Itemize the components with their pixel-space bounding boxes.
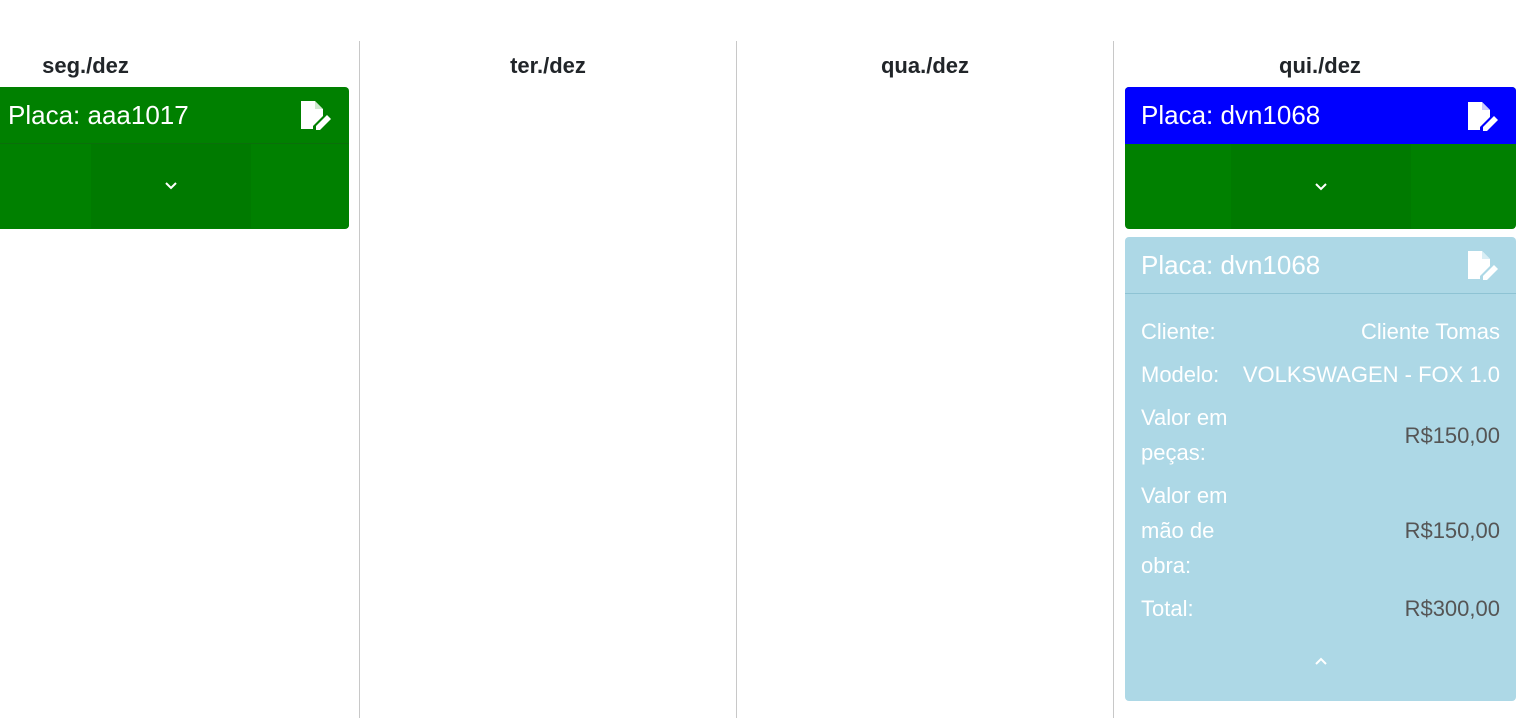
plate-label: Placa: dvn1068 xyxy=(1141,249,1321,280)
day-column-wed: qua./dez xyxy=(736,41,1113,718)
parts-label: Valor em peças: xyxy=(1141,405,1228,465)
detail-client: Cliente: Cliente Tomas xyxy=(1141,314,1500,349)
chevron-up-icon xyxy=(1314,657,1327,665)
labor-label: Valor em mão de obra: xyxy=(1141,483,1228,578)
detail-model: Modelo: VOLKSWAGEN - FOX 1.0 xyxy=(1141,357,1500,392)
day-header-tue: ter./dez xyxy=(510,53,586,78)
client-value: Cliente Tomas xyxy=(1361,319,1500,344)
parts-value: R$150,00 xyxy=(1404,422,1500,448)
card-details: Cliente: Cliente Tomas Modelo: VOLKSWAGE… xyxy=(1125,294,1516,626)
expand-toggle[interactable] xyxy=(0,144,349,228)
day-column-mon: seg./dez Placa: aaa1017 xyxy=(0,41,359,718)
day-column-tue: ter./dez xyxy=(359,41,736,718)
total-value: R$300,00 xyxy=(1404,596,1500,621)
file-edit-icon[interactable] xyxy=(299,99,333,131)
expand-toggle[interactable] xyxy=(1125,144,1516,229)
card-header: Placa: dvn1068 xyxy=(1125,237,1516,294)
day-header-wed: qua./dez xyxy=(880,53,969,78)
chevron-down-icon xyxy=(1314,182,1327,190)
detail-total: Total: R$300,00 xyxy=(1141,591,1500,626)
client-label: Cliente: xyxy=(1141,319,1216,344)
model-value: VOLKSWAGEN - FOX 1.0 xyxy=(1242,362,1500,387)
detail-parts: Valor em peças: R$150,00 xyxy=(1141,400,1500,470)
service-card-dvn1068-expanded[interactable]: Placa: dvn1068 Cliente: Cliente Tomas Mo… xyxy=(1125,237,1516,701)
weekly-board: seg./dez Placa: aaa1017 ter./dez qua./de… xyxy=(0,0,1523,718)
file-edit-icon[interactable] xyxy=(1466,100,1500,132)
plate-label: Placa: dvn1068 xyxy=(1141,100,1321,130)
day-header-thu: qui./dez xyxy=(1279,53,1361,78)
service-card-aaa1017[interactable]: Placa: aaa1017 xyxy=(0,87,349,229)
plate-label: Placa: aaa1017 xyxy=(8,99,189,130)
labor-value: R$150,00 xyxy=(1404,518,1500,543)
service-card-dvn1068[interactable]: Placa: dvn1068 xyxy=(1125,87,1516,229)
chevron-down-icon xyxy=(164,182,177,190)
day-header-mon: seg./dez xyxy=(42,53,129,78)
collapse-toggle[interactable] xyxy=(1125,641,1516,681)
file-edit-icon[interactable] xyxy=(1466,249,1500,281)
card-header: Placa: aaa1017 xyxy=(0,87,349,144)
total-label: Total: xyxy=(1141,596,1194,621)
detail-labor: Valor em mão de obra: R$150,00 xyxy=(1141,478,1500,583)
model-label: Modelo: xyxy=(1141,362,1220,387)
day-column-thu: qui./dez Placa: dvn1068 Placa: dvn1068 C… xyxy=(1113,41,1523,718)
card-header: Placa: dvn1068 xyxy=(1125,87,1516,144)
